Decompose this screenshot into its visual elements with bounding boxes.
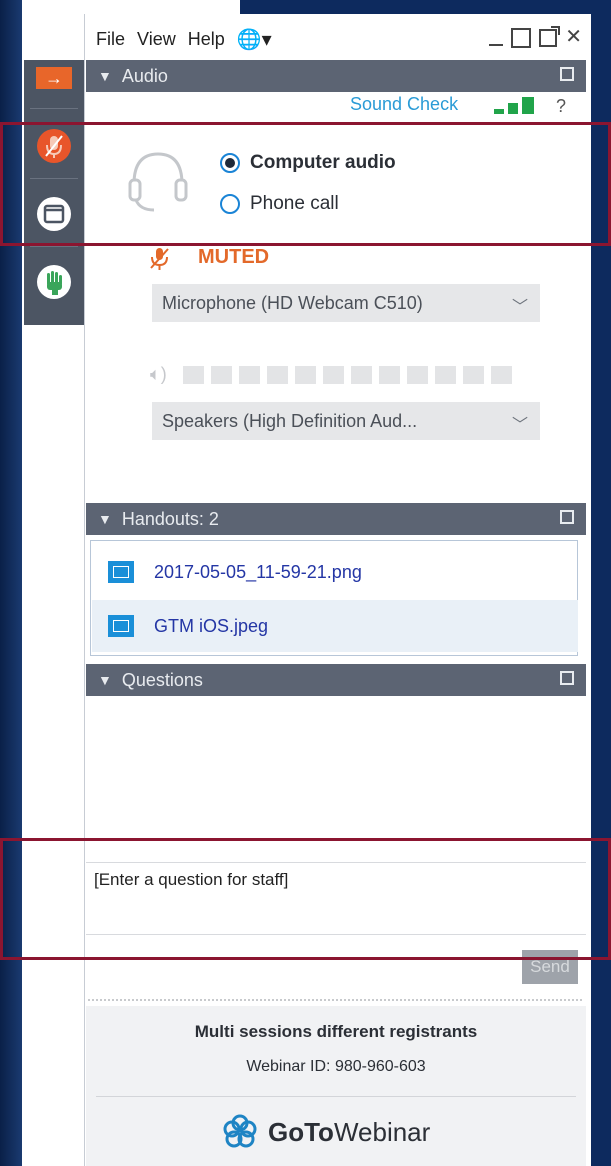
- gotowebinar-flower-icon: [223, 1114, 257, 1148]
- popout-section-icon[interactable]: [560, 67, 574, 81]
- image-file-icon: [108, 615, 134, 637]
- collapse-triangle-icon: ▼: [98, 511, 112, 527]
- menu-file[interactable]: File: [96, 29, 125, 50]
- popout-section-icon[interactable]: [560, 671, 574, 685]
- muted-status: MUTED: [198, 246, 270, 268]
- collapse-panel-button[interactable]: →: [24, 60, 84, 96]
- menu-bar: File View Help 🌐▾ ✕: [96, 22, 586, 56]
- signal-strength-icon: [494, 96, 540, 114]
- speakers-select[interactable]: Speakers (High Definition Aud... ﹀: [152, 402, 540, 440]
- arrow-right-icon: →: [36, 67, 72, 89]
- webinar-title: Multi sessions different registrants: [194, 1022, 478, 1041]
- highlight-box-audio-options: [0, 122, 611, 246]
- speakers-select-value: Speakers (High Definition Aud...: [162, 410, 418, 431]
- image-file-icon: [108, 561, 134, 583]
- questions-section-header[interactable]: ▼ Questions: [86, 664, 586, 696]
- questions-header-label: Questions: [121, 669, 203, 690]
- audio-header-label: Audio: [121, 65, 168, 86]
- divider: [96, 1096, 576, 1097]
- list-item[interactable]: GTM iOS.jpeg: [92, 600, 578, 652]
- handouts-header-label: Handouts: 2: [121, 508, 219, 529]
- menu-view[interactable]: View: [137, 29, 176, 50]
- microphone-select[interactable]: Microphone (HD Webcam C510) ﹀: [152, 284, 540, 322]
- chevron-down-icon: ﹀: [511, 417, 528, 434]
- webinar-id: Webinar ID: 980-960-603: [246, 1058, 426, 1075]
- language-globe-icon[interactable]: 🌐▾: [237, 27, 272, 52]
- speaker-level-meter: 🔈︎): [150, 364, 519, 385]
- minimize-icon[interactable]: [489, 26, 504, 46]
- handout-filename[interactable]: 2017-05-05_11-59-21.png: [154, 562, 362, 583]
- sound-check-link[interactable]: Sound Check: [350, 94, 458, 115]
- logo-goto: GoTo: [268, 1116, 334, 1147]
- raise-hand-button[interactable]: [24, 260, 84, 304]
- logo-webinar: Webinar: [333, 1116, 431, 1147]
- mic-muted-icon: [150, 248, 169, 270]
- popout-icon[interactable]: [539, 26, 561, 47]
- maximize-icon[interactable]: [511, 28, 532, 48]
- list-item[interactable]: 2017-05-05_11-59-21.png: [92, 546, 578, 598]
- menu-help[interactable]: Help: [188, 29, 225, 50]
- handouts-section-header[interactable]: ▼ Handouts: 2: [86, 503, 586, 535]
- speaker-icon: 🔈︎): [150, 364, 167, 384]
- chevron-down-icon: ﹀: [511, 299, 528, 316]
- collapse-triangle-icon: ▼: [98, 672, 112, 688]
- help-question-icon[interactable]: ?: [556, 96, 566, 117]
- gotowebinar-logo: GoTo Webinar: [220, 1112, 430, 1152]
- window-controls: ✕: [489, 26, 582, 48]
- hand-icon: [37, 265, 71, 299]
- close-icon[interactable]: ✕: [565, 26, 582, 48]
- audio-section-header[interactable]: ▼ Audio: [86, 60, 586, 92]
- handout-filename[interactable]: GTM iOS.jpeg: [154, 616, 268, 637]
- highlight-box-question-input: [0, 838, 611, 960]
- microphone-select-value: Microphone (HD Webcam C510): [162, 292, 423, 313]
- popout-section-icon[interactable]: [560, 510, 574, 524]
- collapse-triangle-icon: ▼: [98, 68, 112, 84]
- divider: [88, 999, 582, 1001]
